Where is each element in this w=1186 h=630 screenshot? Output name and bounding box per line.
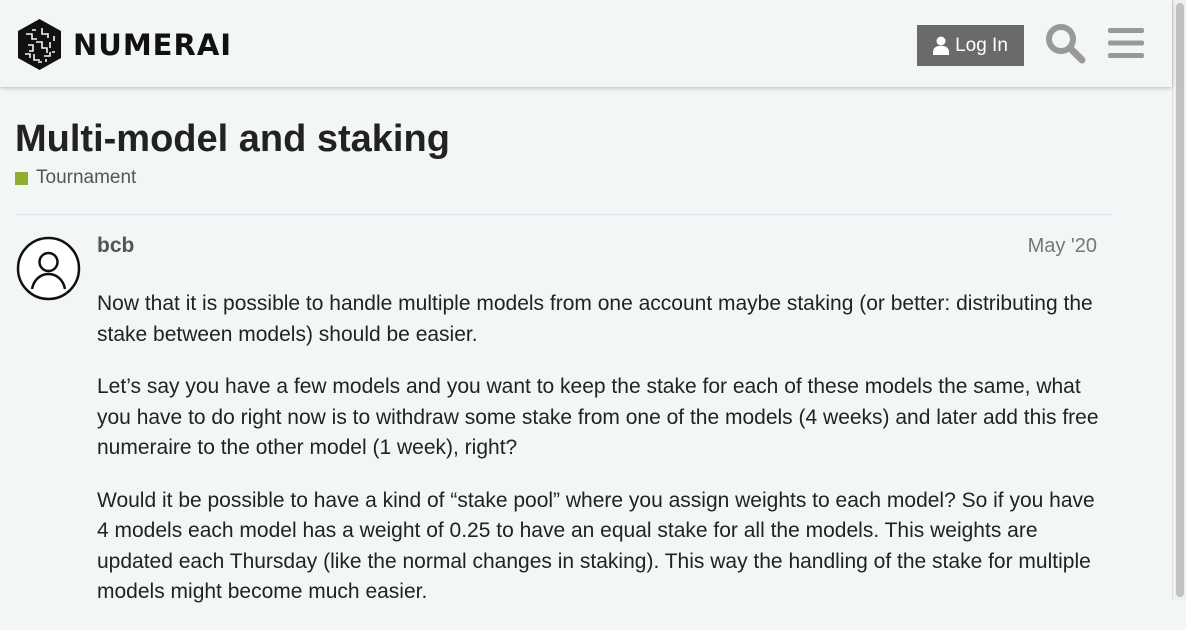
site-header: NUMERAI Log In xyxy=(0,0,1172,87)
search-button[interactable] xyxy=(1044,22,1086,64)
site-logo[interactable]: NUMERAI xyxy=(16,18,232,71)
category-color-square xyxy=(15,171,28,185)
post-username[interactable]: bcb xyxy=(97,234,134,258)
post-paragraph: Now that it is possible to handle multip… xyxy=(97,292,1093,346)
menu-button[interactable] xyxy=(1107,26,1145,60)
hamburger-menu-icon xyxy=(1108,28,1144,58)
post-body: Now that it is possible to handle multip… xyxy=(97,289,1102,630)
title-divider xyxy=(16,214,1112,215)
category-badge[interactable]: Tournament xyxy=(15,167,136,189)
post-date[interactable]: May '20 xyxy=(1028,235,1097,258)
scrollbar-thumb[interactable] xyxy=(1176,3,1184,597)
category-label: Tournament xyxy=(36,167,137,188)
login-label: Log In xyxy=(955,34,1008,56)
user-icon xyxy=(933,36,950,55)
login-button[interactable]: Log In xyxy=(917,25,1024,66)
post-paragraph: Let’s say you have a few models and you … xyxy=(97,375,1099,459)
logo-text: NUMERAI xyxy=(73,27,233,62)
numerai-logo-icon xyxy=(18,19,61,70)
post-paragraph: Would it be possible to have a kind of “… xyxy=(97,488,1095,604)
topic-title[interactable]: Multi-model and staking xyxy=(15,118,450,161)
search-icon xyxy=(1046,24,1086,64)
default-avatar-icon[interactable] xyxy=(16,236,81,301)
page-scrollbar[interactable] xyxy=(1172,0,1186,600)
